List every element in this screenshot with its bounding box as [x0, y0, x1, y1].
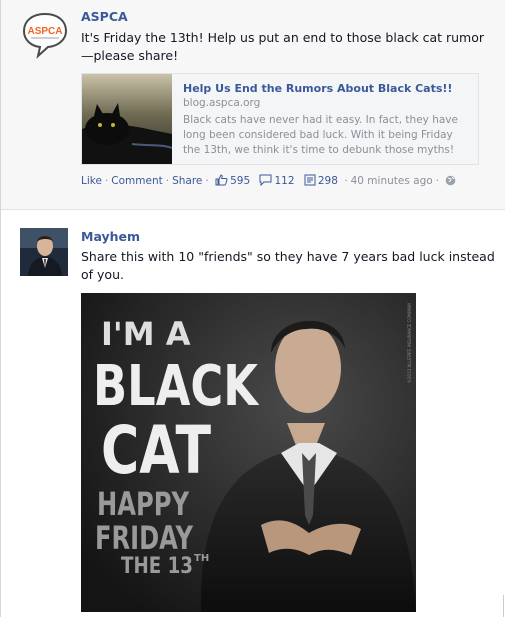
- mayhem-avatar[interactable]: [20, 228, 68, 276]
- poster-line-th: TH: [194, 553, 209, 564]
- share-link[interactable]: Share: [172, 175, 202, 187]
- post-message-aspca: It's Friday the 13th! Help us put an end…: [81, 30, 485, 63]
- poster-copyright-credit: ©2013 ALLSTATE INSURANCE COMPANY: [407, 302, 412, 383]
- share-page-icon: [304, 174, 316, 186]
- link-title[interactable]: Help Us End the Rumors About Black Cats!…: [183, 82, 452, 95]
- black-cat-thumbnail[interactable]: [82, 74, 172, 164]
- post-author-mayhem[interactable]: Mayhem: [81, 229, 140, 244]
- comment-bubble-icon: [259, 174, 272, 187]
- post-timestamp[interactable]: 40 minutes ago: [351, 175, 433, 187]
- post-author-aspca[interactable]: ASPCA: [81, 9, 128, 24]
- aspca-logo-text: ASPCA: [27, 26, 62, 37]
- comments-count[interactable]: 112: [259, 174, 297, 187]
- black-cat-poster-photo[interactable]: I'M A BLACK CAT HAPPY FRIDAY THE 13 TH ©…: [81, 293, 416, 612]
- shares-count[interactable]: 298: [304, 174, 341, 187]
- like-link[interactable]: Like: [81, 175, 102, 187]
- comment-link[interactable]: Comment: [111, 175, 162, 187]
- poster-line-happy: HAPPY: [97, 485, 190, 523]
- aspca-avatar[interactable]: ASPCA: [20, 10, 70, 60]
- post-message-mayhem: Share this with 10 "friends" so they hav…: [81, 249, 495, 282]
- post-actions-bar: Like · Comment · Share · 595 112 298 · 40 minu…: [81, 174, 456, 187]
- poster-line-the13: THE 13: [121, 554, 193, 579]
- likes-count[interactable]: 595: [215, 174, 253, 187]
- globe-icon[interactable]: [445, 175, 456, 186]
- poster-line-cat: CAT: [101, 412, 211, 489]
- feed-scroll-edge: [503, 595, 504, 617]
- news-feed: ASPCA ASPCA It's Friday the 13th! Help u…: [0, 0, 505, 617]
- poster-line-friday: FRIDAY: [95, 519, 194, 557]
- poster-line-im-a: I'M A: [101, 315, 191, 353]
- thumbs-up-icon: [215, 174, 228, 186]
- link-description: Black cats have never had it easy. In fa…: [183, 114, 458, 156]
- poster-line-black: BLACK: [93, 354, 260, 419]
- shared-link-card[interactable]: Help Us End the Rumors About Black Cats!…: [81, 73, 479, 165]
- link-domain: blog.aspca.org: [183, 97, 261, 109]
